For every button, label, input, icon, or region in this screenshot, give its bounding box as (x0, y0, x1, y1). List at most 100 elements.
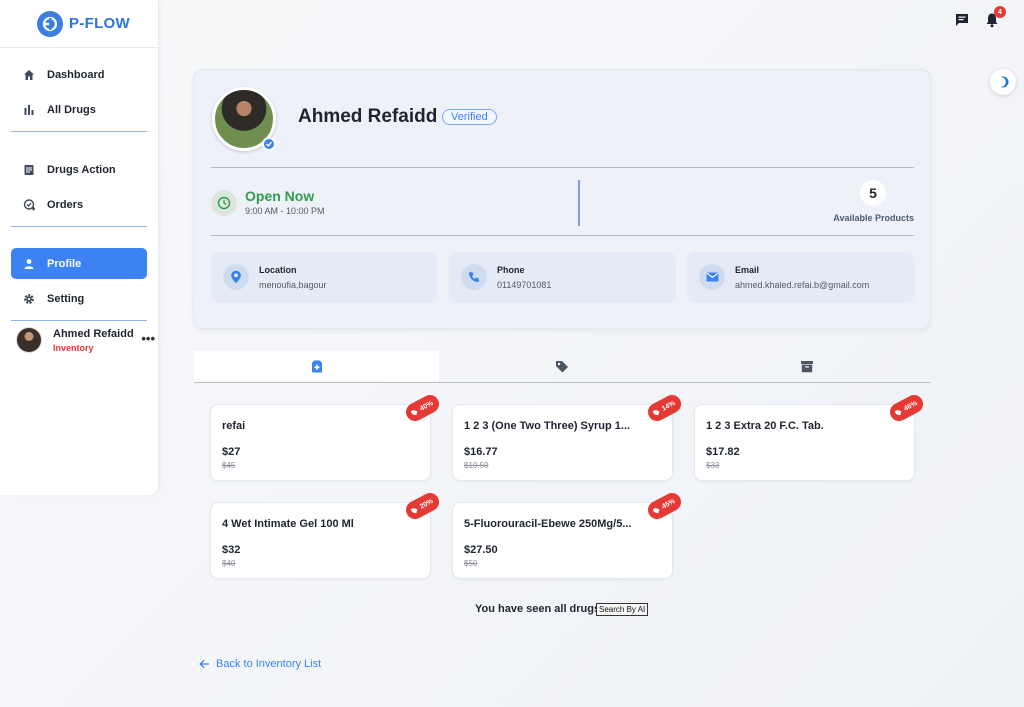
more-options-icon[interactable]: ••• (141, 331, 155, 346)
tag-icon (894, 409, 902, 415)
notification-bell-icon[interactable]: 4 (984, 6, 1006, 28)
back-to-inventory-link[interactable]: Back to Inventory List (199, 658, 321, 670)
sidebar-item-dashboard[interactable]: Dashboard (11, 59, 147, 90)
product-tabs (194, 351, 930, 383)
location-value: menoufia,bagour (259, 280, 327, 290)
brand-name: P-FLOW (69, 15, 130, 32)
discount-badge: 14% (644, 391, 685, 425)
tab-archive[interactable] (685, 351, 930, 382)
verified-check-icon (262, 137, 276, 151)
tag-icon (555, 361, 568, 373)
discount-badge: 45% (644, 489, 685, 523)
home-icon (22, 68, 36, 82)
product-price: $27.50 (464, 544, 498, 556)
discount-value: 45% (660, 497, 677, 511)
sidebar-item-label: Orders (47, 198, 84, 211)
tag-icon (410, 409, 418, 415)
product-price: $32 (222, 544, 241, 556)
end-of-list-message: You have seen all drugs (475, 603, 601, 615)
product-name: 5-Fluorouracil-Ebewe 250Mg/5... (464, 518, 632, 530)
product-old-price: $45 (222, 461, 236, 470)
sidebar-item-setting[interactable]: Setting (11, 283, 147, 314)
product-price: $27 (222, 446, 241, 458)
divider (211, 167, 914, 168)
product-name: 4 Wet Intimate Gel 100 Ml (222, 518, 354, 530)
tag-icon (652, 409, 660, 415)
email-value[interactable]: ahmed.khaled.refai.b@gmail.com (735, 280, 869, 290)
search-by-ai-button[interactable]: Search By AI (596, 603, 649, 616)
product-name: 1 2 3 (One Two Three) Syrup 1... (464, 420, 631, 432)
product-card[interactable]: 1 2 3 (One Two Three) Syrup 1... $16.77 … (452, 391, 685, 481)
sidebar-item-drugs-action[interactable]: Drugs Action (11, 154, 147, 185)
tag-icon (410, 507, 418, 513)
phone-box: Phone 01149701081 (449, 252, 676, 303)
gear-icon (22, 292, 36, 306)
phone-value[interactable]: 01149701081 (497, 280, 551, 290)
product-card[interactable]: 4 Wet Intimate Gel 100 Ml $32 $40 20% (210, 489, 443, 579)
sidebar-item-all-drugs[interactable]: All Drugs (11, 94, 147, 125)
product-price: $17.82 (706, 446, 740, 458)
discount-badge: 40% (402, 391, 443, 425)
product-card[interactable]: 5-Fluorouracil-Ebewe 250Mg/5... $27.50 $… (452, 489, 685, 579)
email-box: Email ahmed.khaled.refai.b@gmail.com (687, 252, 914, 303)
tab-offers[interactable] (439, 351, 684, 382)
theme-toggle-button[interactable] (990, 69, 1016, 95)
discount-value: 20% (418, 497, 435, 511)
location-box: Location menoufia,bagour (211, 252, 438, 303)
phone-title: Phone (497, 265, 525, 275)
email-title: Email (735, 265, 760, 275)
discount-value: 46% (902, 399, 919, 413)
email-icon (699, 264, 725, 290)
sidebar-item-orders[interactable]: Orders (11, 189, 147, 220)
location-pin-icon (223, 264, 249, 290)
available-products-count: 5 (860, 180, 886, 206)
brand[interactable]: P-FLOW (0, 0, 158, 48)
profile-name: Ahmed Refaidd (298, 106, 438, 127)
person-icon (22, 257, 36, 271)
discount-value: 40% (418, 399, 435, 413)
divider (578, 180, 580, 226)
p-flow-logo-icon (37, 10, 63, 37)
bar-chart-icon (22, 103, 36, 117)
sidebar-nav: Dashboard All Drugs Drugs Action Orders (0, 48, 158, 321)
product-old-price: $40 (222, 559, 236, 568)
sidebar-item-label: Profile (47, 257, 82, 270)
product-old-price: $33 (706, 461, 720, 470)
divider (11, 320, 147, 321)
open-status: Open Now (245, 188, 315, 204)
sidebar-item-profile[interactable]: Profile (11, 248, 147, 279)
product-old-price: $19.50 (464, 461, 489, 470)
divider (211, 235, 914, 236)
user-role: Inventory (53, 342, 94, 353)
verified-badge: Verified (442, 109, 497, 125)
arrow-left-icon (199, 659, 209, 669)
product-card[interactable]: 1 2 3 Extra 20 F.C. Tab. $17.82 $33 46% (694, 391, 927, 481)
sidebar-item-label: Setting (47, 292, 85, 305)
user-name: Ahmed Refaidd (53, 327, 134, 340)
discount-badge: 20% (402, 489, 443, 523)
moon-icon (996, 76, 1009, 88)
archive-icon (801, 361, 814, 373)
divider (11, 131, 147, 132)
product-name: refai (222, 420, 246, 432)
clock-icon (211, 190, 237, 216)
sidebar-item-label: Drugs Action (47, 163, 116, 176)
product-card[interactable]: refai $27 $45 40% (210, 391, 443, 481)
sidebar-item-label: Dashboard (47, 68, 105, 81)
product-old-price: $50 (464, 559, 478, 568)
sidebar: P-FLOW Dashboard All Drugs Drugs Action (0, 0, 159, 495)
document-icon (22, 163, 36, 177)
available-products-label: Available Products (833, 213, 914, 223)
discount-badge: 46% (886, 391, 927, 425)
discount-value: 14% (660, 399, 677, 413)
sidebar-user[interactable]: Ahmed Refaidd Inventory ••• (0, 327, 159, 353)
sidebar-item-label: All Drugs (47, 103, 96, 116)
profile-card: Ahmed Refaidd Verified Open Now 9:00 AM … (193, 69, 931, 329)
tab-products[interactable] (194, 351, 440, 382)
notification-badge: 4 (994, 6, 1006, 18)
product-name: 1 2 3 Extra 20 F.C. Tab. (706, 420, 824, 432)
product-price: $16.77 (464, 446, 498, 458)
phone-icon (461, 264, 487, 290)
tag-icon (652, 507, 660, 513)
chat-icon[interactable] (954, 12, 970, 28)
